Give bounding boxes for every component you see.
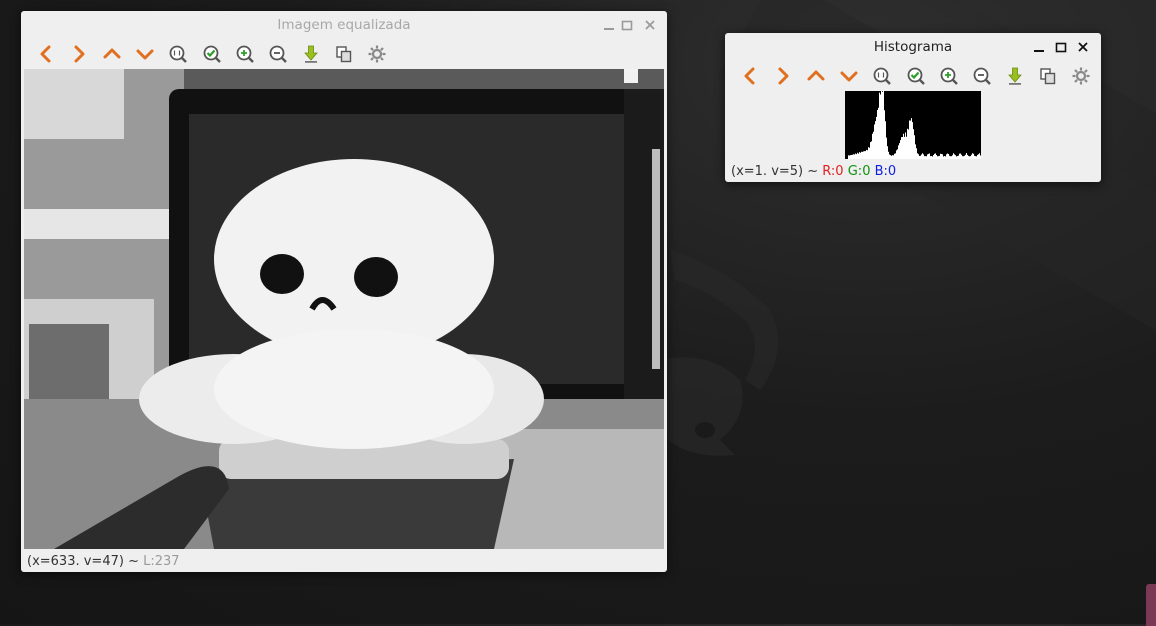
gear-icon [368, 45, 386, 63]
copy-image-button[interactable] [328, 41, 361, 67]
maximize-icon[interactable] [1051, 37, 1071, 57]
luminance-value: L:237 [143, 554, 180, 569]
zoom-out-icon [269, 45, 287, 63]
zoom-fit-check-icon [203, 45, 221, 63]
equalized-image[interactable] [24, 69, 664, 549]
close-icon[interactable] [640, 15, 660, 35]
zoom-1to1-icon [873, 67, 892, 85]
download-arrow-icon [304, 45, 318, 63]
chevron-up-icon [807, 70, 825, 81]
properties-button[interactable] [361, 41, 394, 67]
equalized-photo-graphic [24, 69, 664, 549]
histogram-window[interactable]: Histograma (x=1. v=5) ~ R:0 G:0 B:0 [725, 33, 1101, 182]
zoom-out-button[interactable] [261, 41, 294, 67]
save-image-button[interactable] [999, 63, 1032, 89]
pan-right-button[interactable] [62, 41, 95, 67]
histogram-graphic [848, 91, 981, 159]
zoom-original-button[interactable] [162, 41, 195, 67]
pan-left-button[interactable] [29, 41, 62, 67]
image-window-title: Imagem equalizada [277, 17, 411, 33]
zoom-fit-button[interactable] [195, 41, 228, 67]
gear-icon [1072, 67, 1090, 85]
zoom-in-button[interactable] [228, 41, 261, 67]
properties-button[interactable] [1065, 63, 1098, 89]
histogram-status-bar: (x=1. v=5) ~ R:0 G:0 B:0 [731, 164, 896, 179]
copy-icon [1040, 68, 1056, 85]
zoom-1to1-icon [169, 45, 188, 63]
pan-up-button[interactable] [799, 63, 832, 89]
pan-left-button[interactable] [733, 63, 766, 89]
zoom-in-button[interactable] [932, 63, 965, 89]
red-value: R:0 [822, 164, 844, 179]
maximize-icon[interactable] [617, 15, 637, 35]
zoom-out-button[interactable] [965, 63, 998, 89]
image-window-titlebar[interactable]: Imagem equalizada [21, 11, 667, 39]
image-window-toolbar [29, 41, 394, 67]
zoom-in-icon [236, 45, 254, 63]
save-image-button[interactable] [295, 41, 328, 67]
histogram-window-titlebar[interactable]: Histograma [725, 33, 1101, 61]
histogram-image[interactable] [845, 91, 981, 159]
zoom-fit-check-icon [907, 67, 925, 85]
chevron-up-icon [103, 48, 121, 59]
minimize-icon[interactable] [1029, 37, 1049, 57]
green-value: G:0 [847, 164, 871, 179]
minimize-icon[interactable] [599, 15, 619, 35]
image-window[interactable]: Imagem equalizada (x=633. v=47) ~ L:237 [21, 11, 667, 572]
cursor-coordinates: (x=1. v=5) ~ [731, 164, 819, 179]
chevron-right-icon [778, 67, 789, 85]
chevron-left-icon [744, 67, 755, 85]
pan-right-button[interactable] [766, 63, 799, 89]
chevron-down-icon [840, 71, 858, 82]
zoom-original-button[interactable] [866, 63, 899, 89]
pan-down-button[interactable] [129, 41, 162, 67]
chevron-right-icon [74, 45, 85, 63]
histogram-window-toolbar [733, 63, 1098, 89]
copy-icon [336, 46, 352, 63]
zoom-in-icon [940, 67, 958, 85]
zoom-out-icon [973, 67, 991, 85]
pan-down-button[interactable] [833, 63, 866, 89]
download-arrow-icon [1008, 67, 1022, 85]
pan-up-button[interactable] [95, 41, 128, 67]
close-icon[interactable] [1073, 37, 1093, 57]
chevron-down-icon [136, 49, 154, 60]
chevron-left-icon [40, 45, 51, 63]
cursor-coordinates: (x=633. v=47) ~ [27, 554, 139, 569]
zoom-fit-button[interactable] [899, 63, 932, 89]
image-status-bar: (x=633. v=47) ~ L:237 [27, 554, 180, 569]
desktop-dock-edge[interactable] [1146, 584, 1156, 626]
wallpaper-logo-icon [660, 250, 778, 456]
blue-value: B:0 [874, 164, 897, 179]
copy-image-button[interactable] [1032, 63, 1065, 89]
